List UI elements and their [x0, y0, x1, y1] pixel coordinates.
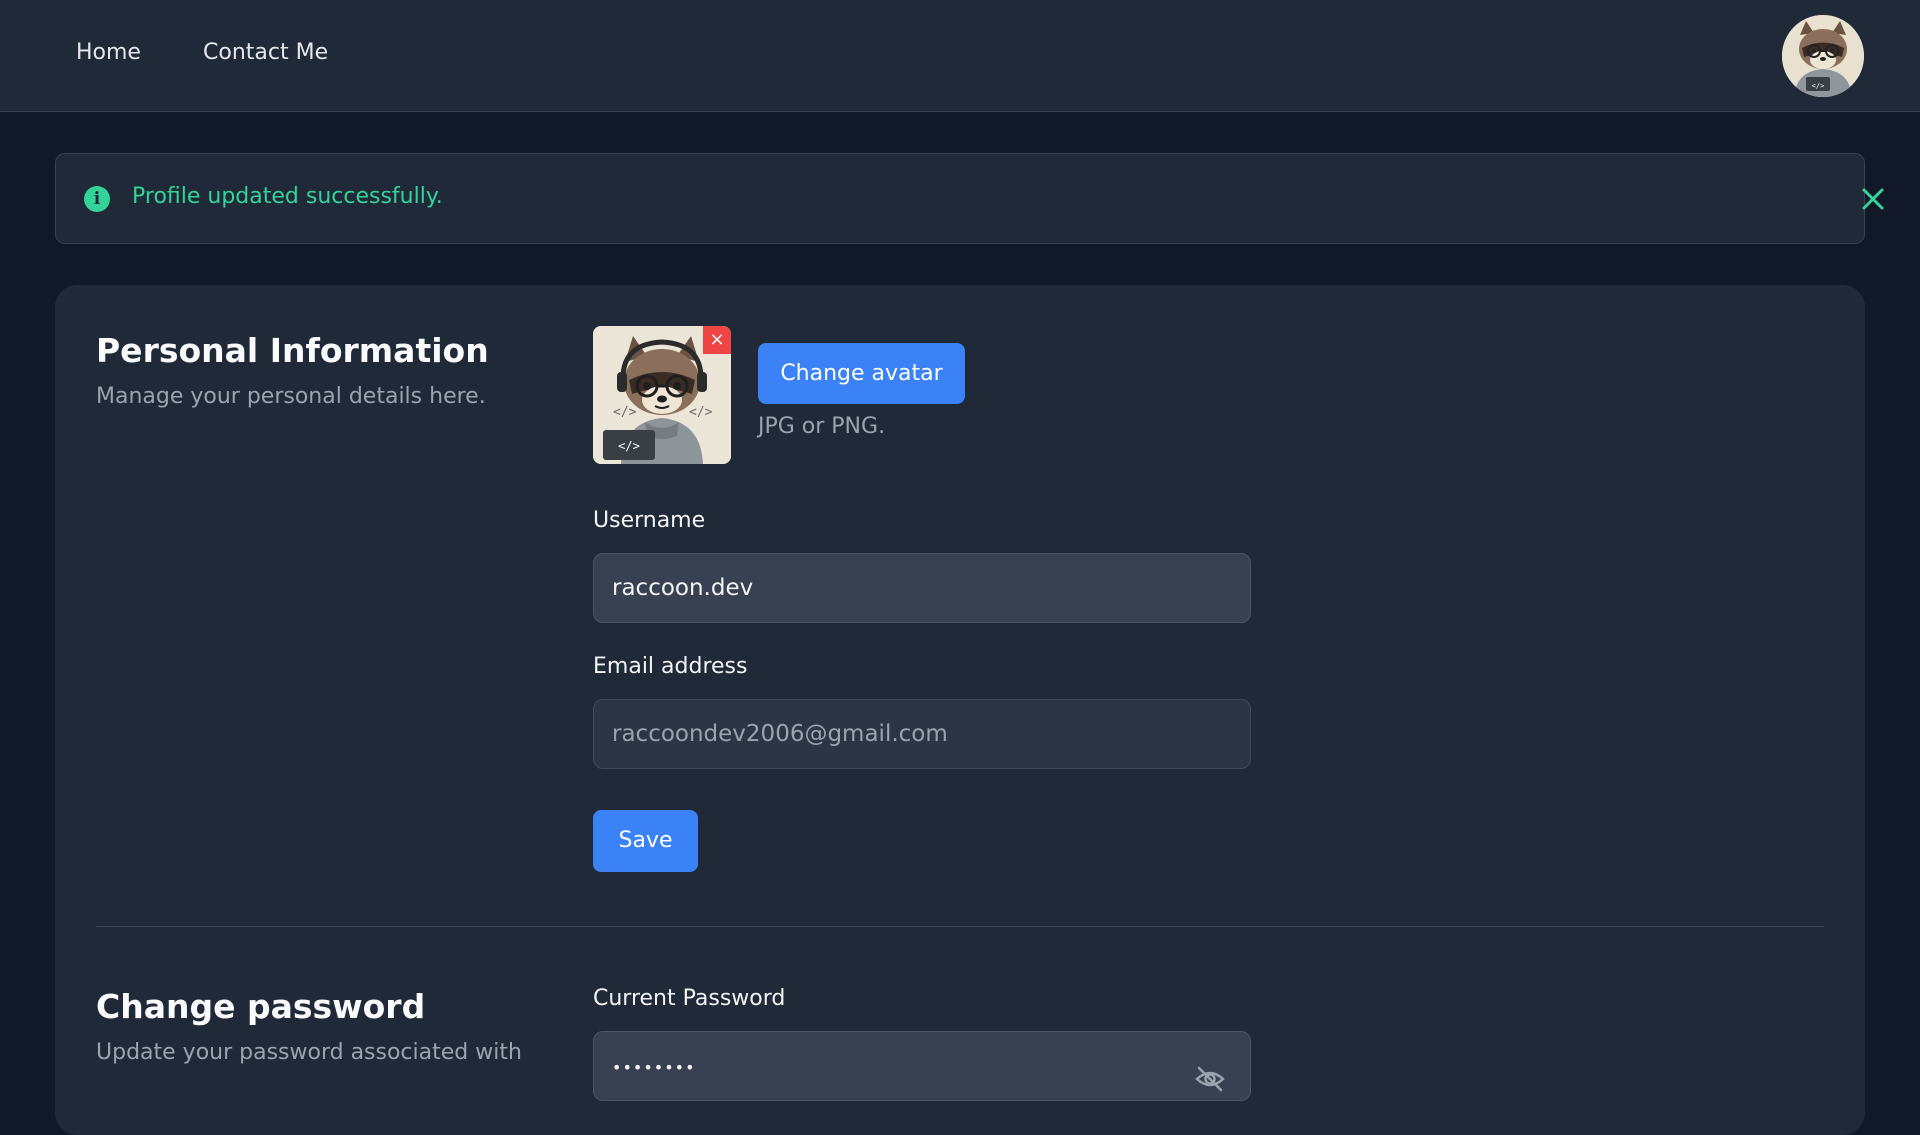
- alert-message: Profile updated successfully.: [132, 184, 443, 209]
- current-password-label: Current Password: [593, 986, 786, 1011]
- personal-info-description: Manage your personal details here.: [96, 384, 486, 409]
- user-avatar[interactable]: </>: [1782, 15, 1864, 97]
- current-password-input[interactable]: ••••••••: [593, 1031, 1251, 1101]
- current-password-value: ••••••••: [612, 1058, 696, 1077]
- change-password-title: Change password: [96, 987, 426, 1026]
- settings-card: Personal Information Manage your persona…: [55, 285, 1865, 1135]
- svg-text:</>: </>: [613, 405, 637, 420]
- close-icon[interactable]: [1858, 184, 1888, 214]
- username-input[interactable]: raccoon.dev: [593, 553, 1251, 623]
- info-icon: i: [84, 186, 110, 212]
- save-button[interactable]: Save: [593, 810, 698, 872]
- section-divider: [96, 926, 1824, 927]
- success-alert: i Profile updated successfully.: [55, 153, 1884, 244]
- eye-off-icon[interactable]: [1194, 1052, 1226, 1092]
- change-password-description: Update your password associated with: [96, 1040, 522, 1065]
- username-label: Username: [593, 508, 706, 533]
- email-input[interactable]: raccoondev2006@gmail.com: [593, 699, 1251, 769]
- svg-text:</>: </>: [618, 439, 640, 453]
- svg-text:</>: </>: [689, 405, 713, 420]
- email-label: Email address: [593, 654, 748, 679]
- raccoon-avatar-icon: </>: [1782, 15, 1864, 97]
- personal-info-title: Personal Information: [96, 331, 489, 370]
- change-avatar-button[interactable]: Change avatar: [758, 343, 965, 404]
- svg-text:</>: </>: [1812, 82, 1825, 90]
- avatar-format-hint: JPG or PNG.: [758, 414, 886, 439]
- top-navbar: Home Contact Me </>: [0, 0, 1920, 112]
- nav-link-contact[interactable]: Contact Me: [203, 40, 328, 65]
- remove-avatar-button[interactable]: ×: [703, 326, 731, 354]
- nav-link-home[interactable]: Home: [76, 40, 141, 65]
